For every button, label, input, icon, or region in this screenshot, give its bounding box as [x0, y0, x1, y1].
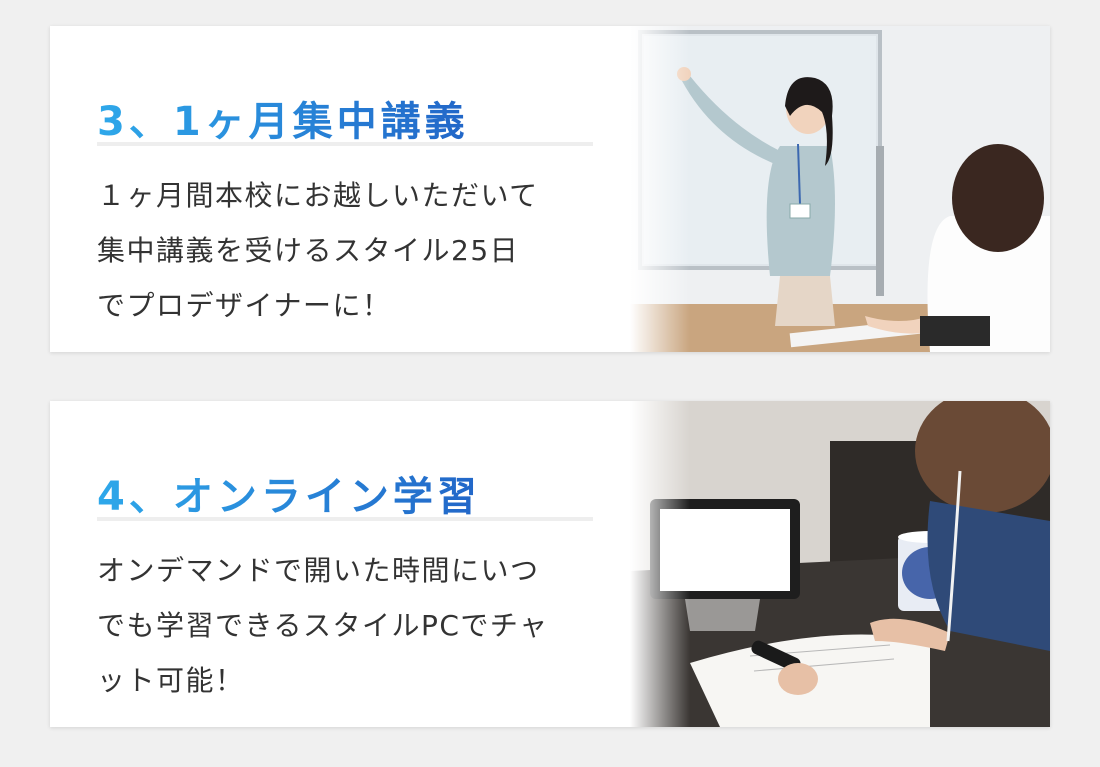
photo-fade-overlay [630, 26, 690, 352]
card-title: 3、1ヶ月集中講義 [97, 89, 469, 147]
card-description: オンデマンドで開いた時間にいつ でも学習できるスタイルPCでチャ ット可能！ [97, 543, 597, 708]
student-tablet-photo [630, 401, 1050, 727]
teacher-whiteboard-photo [630, 26, 1050, 352]
title-divider [97, 517, 593, 521]
title-divider [97, 142, 593, 146]
description-line: ット可能！ [97, 664, 245, 697]
card-title: 4、オンライン学習 [97, 464, 481, 522]
course-card-intensive: 3、1ヶ月集中講義 １ヶ月間本校にお越しいただいて 集中講義を受けるスタイル25… [50, 26, 1050, 352]
description-line: オンデマンドで開いた時間にいつ [97, 554, 540, 587]
card-description: １ヶ月間本校にお越しいただいて 集中講義を受けるスタイル25日 でプロデザイナー… [97, 168, 597, 333]
description-line: でも学習できるスタイルPCでチャ [97, 609, 549, 642]
photo-fade-overlay [630, 401, 690, 727]
description-line: でプロデザイナーに！ [97, 289, 392, 322]
description-line: １ヶ月間本校にお越しいただいて [97, 179, 539, 212]
course-card-online: 4、オンライン学習 オンデマンドで開いた時間にいつ でも学習できるスタイルPCで… [50, 401, 1050, 727]
description-line: 集中講義を受けるスタイル25日 [97, 234, 520, 267]
